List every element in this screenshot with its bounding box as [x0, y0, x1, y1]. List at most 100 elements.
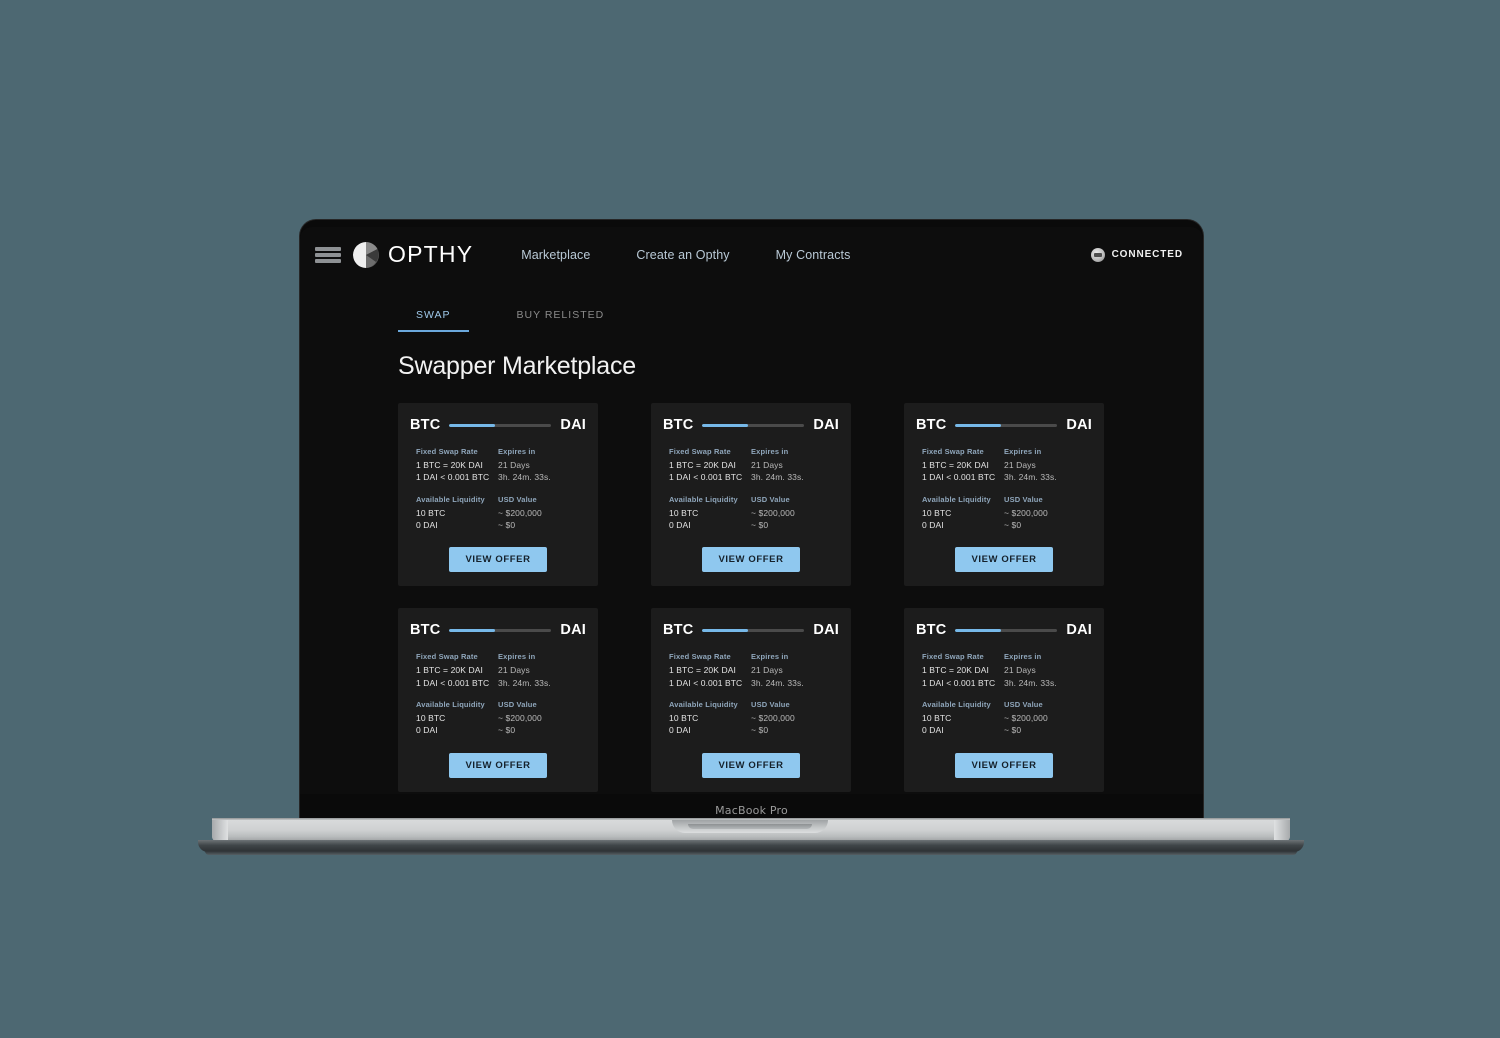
wallet-avatar-icon — [1090, 247, 1105, 262]
offer-liquidity-primary: 10 BTC — [922, 507, 952, 518]
offer-liquidity-label: Available Liquidity — [669, 699, 738, 709]
device-label: MacBook Pro — [715, 804, 788, 817]
offer-row-spacer — [669, 484, 833, 495]
view-offer-button[interactable]: VIEW OFFER — [702, 752, 800, 778]
offer-details: Fixed Swap Rate 1 BTC = 20K DAI 1 DAI < 0.… — [410, 447, 586, 531]
offer-liquidity-label: Available Liquidity — [922, 699, 991, 709]
offer-rate-secondary: 1 DAI < 0.001 BTC — [922, 677, 996, 688]
tab-buy-relisted[interactable]: BUY RELISTED — [499, 304, 623, 332]
offer-card-footer: VIEW OFFER — [916, 547, 1092, 573]
offer-details: Fixed Swap Rate 1 BTC = 20K DAI 1 DAI < 0.… — [663, 447, 839, 531]
nav-item-create-an-opthy[interactable]: Create an Opthy — [636, 248, 729, 262]
offer-rate-col: Fixed Swap Rate 1 BTC = 20K DAI 1 DAI < 0.… — [669, 652, 751, 689]
offer-liquidity-bar-fill — [955, 423, 1002, 427]
offer-usd-secondary: ~ $0 — [498, 725, 516, 736]
nav-item-marketplace[interactable]: Marketplace — [521, 248, 590, 262]
offer-usd-label: USD Value — [751, 494, 790, 504]
offer-usd-primary: ~ $200,000 — [1004, 507, 1048, 518]
offer-rate-col: Fixed Swap Rate 1 BTC = 20K DAI 1 DAI < 0.… — [416, 652, 498, 689]
offer-expiry-days: 21 Days — [498, 460, 530, 470]
offer-from-symbol: BTC — [916, 417, 947, 433]
offer-row-spacer — [922, 689, 1086, 700]
offer-usd-label: USD Value — [751, 699, 790, 709]
offer-rate-label: Fixed Swap Rate — [416, 447, 478, 456]
offer-rate-secondary: 1 DAI < 0.001 BTC — [922, 472, 996, 483]
offer-usd-label: USD Value — [1004, 494, 1043, 504]
offer-liquidity-bar — [449, 628, 552, 632]
offer-expiry-time: 3h. 24m. 33s. — [498, 677, 551, 688]
brand-logo[interactable]: OPTHY — [353, 241, 473, 268]
offer-liquidity-primary: 10 BTC — [669, 712, 699, 723]
offer-liquidity-col: Available Liquidity 10 BTC 0 DAI — [416, 700, 498, 737]
offer-pair-header: BTC DAI — [410, 622, 586, 638]
offer-expiry-days: 21 Days — [1004, 665, 1036, 676]
view-offer-button[interactable]: VIEW OFFER — [702, 547, 800, 573]
offer-usd-secondary: ~ $0 — [1004, 519, 1022, 530]
offer-rate-col: Fixed Swap Rate 1 BTC = 20K DAI 1 DAI < 0.… — [416, 447, 498, 484]
offer-card: BTC DAI Fixed Swap Rate 1 BTC = 20K DAI 1 DA… — [398, 403, 598, 587]
offer-usd-col: USD Value ~ $200,000 ~ $0 — [751, 700, 833, 737]
offer-from-symbol: BTC — [410, 417, 441, 433]
offer-to-symbol: DAI — [813, 417, 839, 433]
offer-expiry-time: 3h. 24m. 33s. — [751, 472, 804, 483]
hamburger-line — [315, 252, 341, 257]
offer-liquidity-secondary: 0 DAI — [922, 725, 944, 736]
offer-rate-label: Fixed Swap Rate — [416, 652, 478, 662]
nav-item-my-contracts[interactable]: My Contracts — [776, 248, 851, 262]
offer-card: BTC DAI Fixed Swap Rate 1 BTC = 20K DAI 1 DA… — [904, 403, 1104, 587]
laptop-screen: OPTHY Marketplace Create an Opthy My Con… — [300, 227, 1203, 794]
offer-liquidity-bar-fill — [955, 628, 1002, 632]
offer-rate-primary: 1 BTC = 20K DAI — [922, 460, 989, 470]
offer-expiry-label: Expires in — [498, 652, 536, 662]
marketplace-tabs: SWAP BUY RELISTED — [398, 304, 1105, 332]
offer-expiry-col: Expires in 21 Days 3h. 24m. 33s. — [751, 447, 833, 484]
offer-rate-col: Fixed Swap Rate 1 BTC = 20K DAI 1 DAI < 0.… — [922, 652, 1004, 689]
offer-expiry-days: 21 Days — [498, 665, 530, 676]
offer-to-symbol: DAI — [1066, 417, 1092, 433]
offer-liquidity-row: Available Liquidity 10 BTC 0 DAI USD Value ~… — [922, 495, 1086, 532]
offer-liquidity-col: Available Liquidity 10 BTC 0 DAI — [669, 700, 751, 737]
offer-pair-header: BTC DAI — [663, 417, 839, 433]
view-offer-button[interactable]: VIEW OFFER — [955, 547, 1053, 573]
offer-usd-primary: ~ $200,000 — [751, 712, 795, 723]
offer-usd-primary: ~ $200,000 — [1004, 712, 1048, 723]
offer-usd-secondary: ~ $0 — [1004, 725, 1022, 736]
wallet-status[interactable]: CONNECTED — [1090, 247, 1183, 262]
opthy-app: OPTHY Marketplace Create an Opthy My Con… — [300, 227, 1203, 794]
offer-liquidity-label: Available Liquidity — [416, 494, 485, 504]
offer-expiry-time: 3h. 24m. 33s. — [498, 472, 551, 483]
offer-liquidity-row: Available Liquidity 10 BTC 0 DAI USD Value ~… — [416, 495, 580, 532]
offer-details: Fixed Swap Rate 1 BTC = 20K DAI 1 DAI < 0.… — [663, 652, 839, 736]
offer-rate-row: Fixed Swap Rate 1 BTC = 20K DAI 1 DAI < 0.… — [416, 652, 580, 689]
offer-pair-header: BTC DAI — [916, 417, 1092, 433]
offer-card-footer: VIEW OFFER — [410, 547, 586, 573]
offer-from-symbol: BTC — [410, 622, 441, 639]
offer-rate-primary: 1 BTC = 20K DAI — [669, 665, 736, 676]
offer-expiry-time: 3h. 24m. 33s. — [751, 677, 804, 688]
offer-usd-col: USD Value ~ $200,000 ~ $0 — [498, 495, 580, 532]
tab-swap[interactable]: SWAP — [398, 304, 469, 332]
laptop-base-right-cap — [1274, 820, 1290, 842]
offer-liquidity-primary: 10 BTC — [922, 712, 952, 723]
offer-expiry-col: Expires in 21 Days 3h. 24m. 33s. — [1004, 652, 1086, 689]
hamburger-menu-icon[interactable] — [315, 246, 341, 263]
offers-grid: BTC DAI Fixed Swap Rate 1 BTC = 20K DAI 1 DA… — [398, 403, 1105, 792]
offer-usd-primary: ~ $200,000 — [498, 712, 542, 723]
offer-liquidity-bar-fill — [449, 423, 496, 427]
offer-liquidity-secondary: 0 DAI — [416, 725, 438, 736]
offer-liquidity-label: Available Liquidity — [416, 699, 485, 709]
offer-liquidity-primary: 10 BTC — [416, 507, 446, 518]
offer-expiry-col: Expires in 21 Days 3h. 24m. 33s. — [1004, 447, 1086, 484]
offer-usd-secondary: ~ $0 — [751, 519, 769, 530]
offer-liquidity-label: Available Liquidity — [922, 494, 991, 504]
view-offer-button[interactable]: VIEW OFFER — [955, 752, 1053, 778]
offer-usd-primary: ~ $200,000 — [498, 507, 542, 518]
view-offer-button[interactable]: VIEW OFFER — [449, 752, 547, 778]
offer-row-spacer — [669, 689, 833, 700]
view-offer-button[interactable]: VIEW OFFER — [449, 547, 547, 573]
main-nav: Marketplace Create an Opthy My Contracts — [521, 248, 850, 262]
offer-liquidity-row: Available Liquidity 10 BTC 0 DAI USD Value ~… — [416, 700, 580, 737]
offer-liquidity-bar-fill — [449, 628, 496, 632]
offer-rate-row: Fixed Swap Rate 1 BTC = 20K DAI 1 DAI < 0.… — [669, 447, 833, 484]
offer-pair-header: BTC DAI — [663, 622, 839, 638]
